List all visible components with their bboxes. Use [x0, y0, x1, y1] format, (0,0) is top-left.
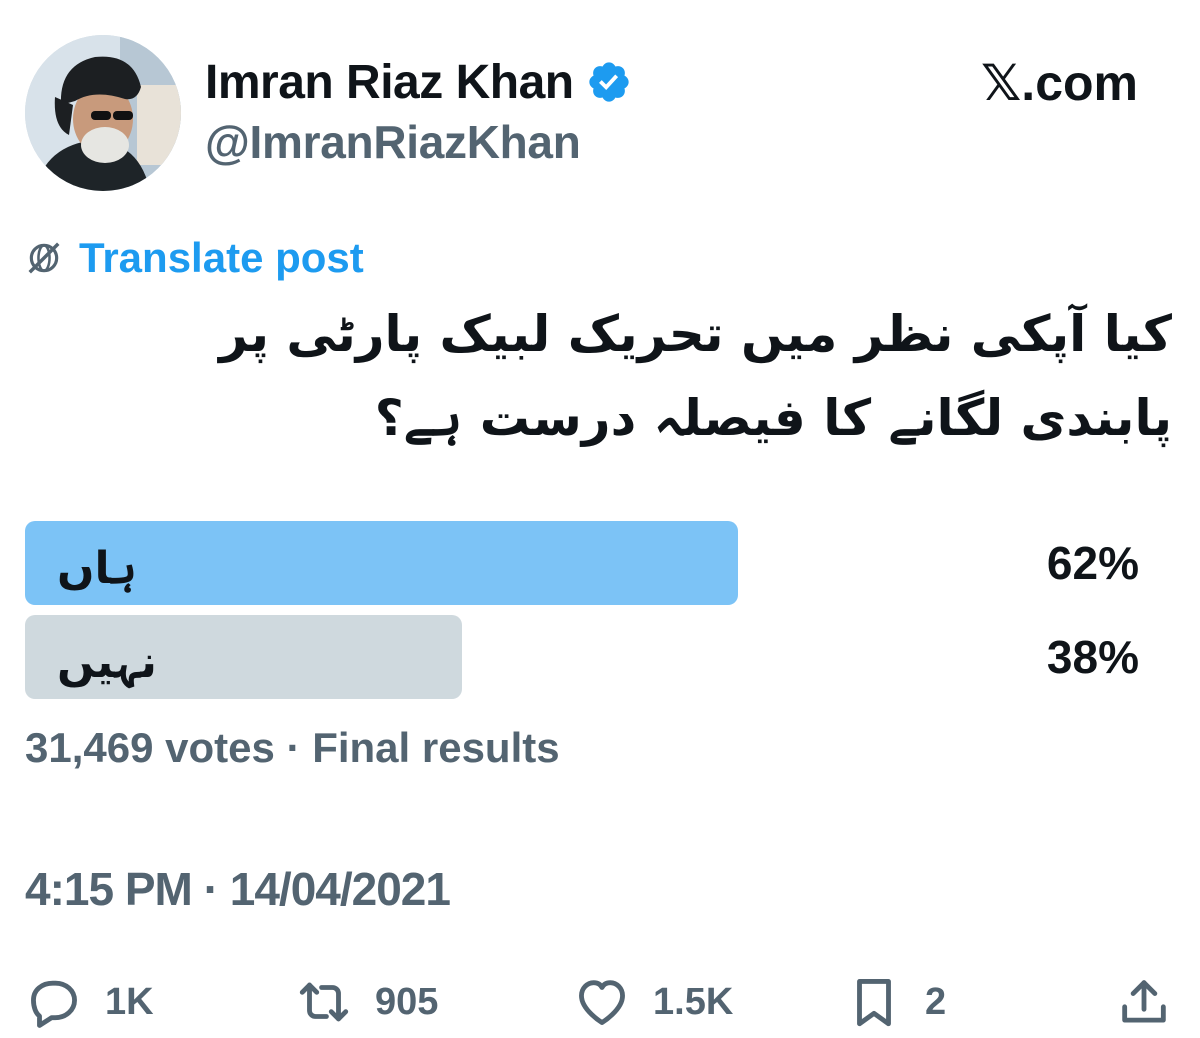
author-name-row[interactable]: Imran Riaz Khan: [205, 52, 632, 112]
poll-option-label: ہاں: [57, 543, 137, 594]
heart-icon: [579, 980, 625, 1025]
repost-arrows-icon: [299, 982, 349, 1022]
poll-status: Final results: [312, 724, 560, 771]
post-date[interactable]: 14/04/2021: [230, 863, 451, 915]
repost-button[interactable]: 905: [295, 970, 438, 1034]
like-button[interactable]: 1.5K: [573, 970, 733, 1034]
post-text: کیا آپکی نظر میں تحریک لبیک پارٹی پر پاب…: [219, 305, 1172, 447]
author-display-name[interactable]: Imran Riaz Khan: [205, 55, 574, 110]
poll-vote-count: 31,469 votes: [25, 724, 275, 771]
poll-option-label: نہیں: [57, 637, 157, 688]
poll-option-yes: ہاں 62%: [25, 521, 1175, 605]
post-time[interactable]: 4:15 PM: [25, 863, 193, 915]
poll-option-no: نہیں 38%: [25, 615, 1175, 699]
avatar[interactable]: [25, 35, 181, 191]
speech-bubble-icon: [31, 980, 77, 1028]
repost-count: 905: [375, 980, 439, 1023]
reply-button[interactable]: 1K: [25, 970, 154, 1034]
translate-row[interactable]: Translate post: [25, 232, 364, 284]
share-button[interactable]: [1115, 970, 1173, 1034]
share-upload-icon: [1122, 980, 1166, 1023]
verified-badge-icon[interactable]: [586, 59, 632, 105]
poll-option-percent: 38%: [1046, 631, 1139, 683]
action-bar: 1K 905 1.5K 2: [25, 970, 1175, 1034]
bookmark-count: 2: [925, 980, 947, 1023]
avatar-photo: [25, 35, 181, 191]
globe-slash-icon: [28, 242, 60, 274]
site-watermark: 𝕏.com: [981, 55, 1138, 111]
bookmark-button[interactable]: 2: [845, 970, 946, 1034]
bookmark-icon: [857, 979, 891, 1027]
translate-post-link[interactable]: Translate post: [79, 234, 364, 282]
author-handle[interactable]: @ImranRiazKhan: [205, 115, 581, 169]
post-timestamp[interactable]: 4:15 PM · 14/04/2021: [25, 862, 451, 916]
separator-dot: ·: [274, 724, 313, 771]
like-count: 1.5K: [653, 980, 734, 1023]
poll-meta: 31,469 votes · Final results: [25, 724, 560, 772]
poll-option-percent: 62%: [1046, 537, 1139, 589]
reply-count: 1K: [105, 980, 154, 1023]
separator-dot: ·: [191, 863, 230, 915]
